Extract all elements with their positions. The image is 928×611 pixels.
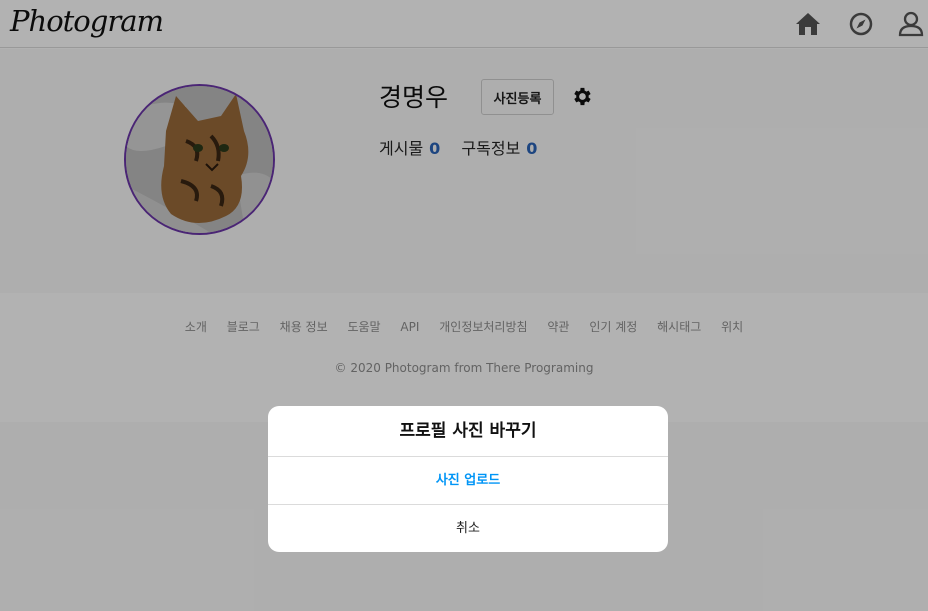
change-profile-photo-modal: 프로필 사진 바꾸기 사진 업로드 취소 bbox=[268, 406, 668, 552]
upload-photo-option[interactable]: 사진 업로드 bbox=[268, 457, 668, 505]
modal-title: 프로필 사진 바꾸기 bbox=[268, 406, 668, 457]
cancel-button[interactable]: 취소 bbox=[268, 505, 668, 552]
